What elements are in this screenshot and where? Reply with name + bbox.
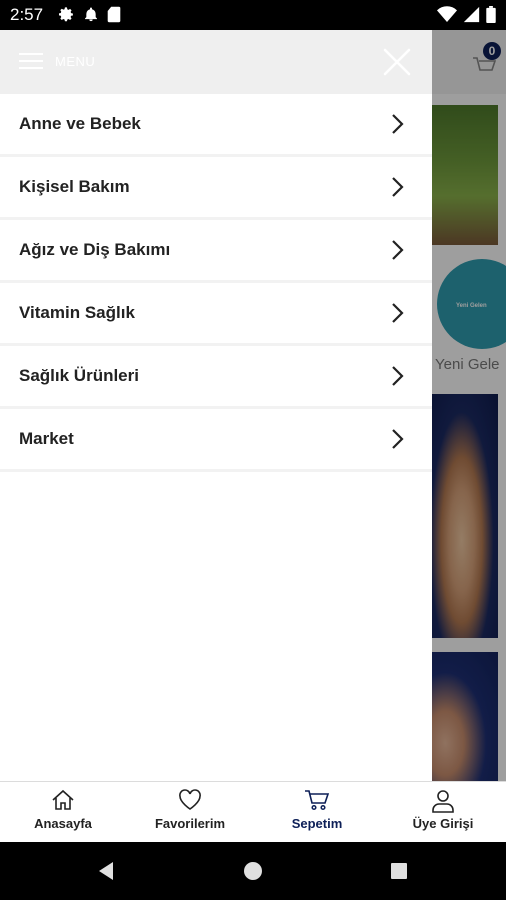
hamburger-menu-icon[interactable] [19,51,43,71]
chevron-right-icon [392,114,404,134]
chevron-right-icon [392,366,404,386]
chevron-right-icon [392,240,404,260]
menu-item-label: Anne ve Bebek [19,114,141,133]
nav-member-login[interactable]: Üye Girişi [380,782,506,843]
system-navigation-bar [0,842,506,900]
menu-item-label: Vitamin Sağlık [19,303,135,322]
back-icon[interactable] [96,861,116,881]
menu-item-saglik-urunleri[interactable]: Sağlık Ürünleri [0,346,432,409]
menu-item-market[interactable]: Market [0,409,432,472]
menu-item-anne-ve-bebek[interactable]: Anne ve Bebek [0,94,432,157]
nav-cart-label: Sepetim [291,816,343,831]
home-icon [52,789,74,810]
close-icon[interactable] [383,48,411,76]
user-icon [432,790,454,813]
settings-icon [58,7,73,22]
nav-member-login-label: Üye Girişi [412,816,474,831]
menu-item-label: Market [19,429,74,448]
menu-item-vitamin-saglik[interactable]: Vitamin Sağlık [0,283,432,346]
heart-icon [179,789,201,810]
chevron-right-icon [392,177,404,197]
sd-card-icon [107,6,121,23]
drawer-title: MENU [55,54,96,69]
menu-item-agiz-ve-dis-bakimi[interactable]: Ağız ve Diş Bakımı [0,220,432,283]
cart-icon [305,790,330,811]
chevron-right-icon [392,303,404,323]
menu-item-label: Sağlık Ürünleri [19,366,139,385]
chevron-right-icon [392,429,404,449]
menu-item-label: Kişisel Bakım [19,177,130,196]
notification-bell-icon [85,7,97,22]
navigation-drawer: MENU Anne ve Bebek Kişisel Bakım Ağız ve… [0,30,432,781]
battery-icon [486,6,496,23]
home-button-icon[interactable] [243,861,263,881]
bottom-navigation: Anasayfa Favorilerim Sepetim Üye Girişi [0,781,506,843]
status-time: 2:57 [10,5,44,24]
menu-item-label: Ağız ve Diş Bakımı [19,240,171,259]
recents-icon[interactable] [390,862,408,880]
nav-home-label: Anasayfa [34,816,92,831]
nav-home[interactable]: Anasayfa [0,782,126,843]
signal-icon [463,6,480,23]
wifi-icon [437,6,457,22]
drawer-header: MENU [0,30,432,94]
nav-favorites[interactable]: Favorilerim [127,782,253,843]
nav-cart[interactable]: Sepetim [254,782,380,843]
menu-item-kisisel-bakim[interactable]: Kişisel Bakım [0,157,432,220]
status-bar: 2:57 [0,0,506,30]
nav-favorites-label: Favorilerim [154,816,226,831]
category-menu-list: Anne ve Bebek Kişisel Bakım Ağız ve Diş … [0,94,432,472]
